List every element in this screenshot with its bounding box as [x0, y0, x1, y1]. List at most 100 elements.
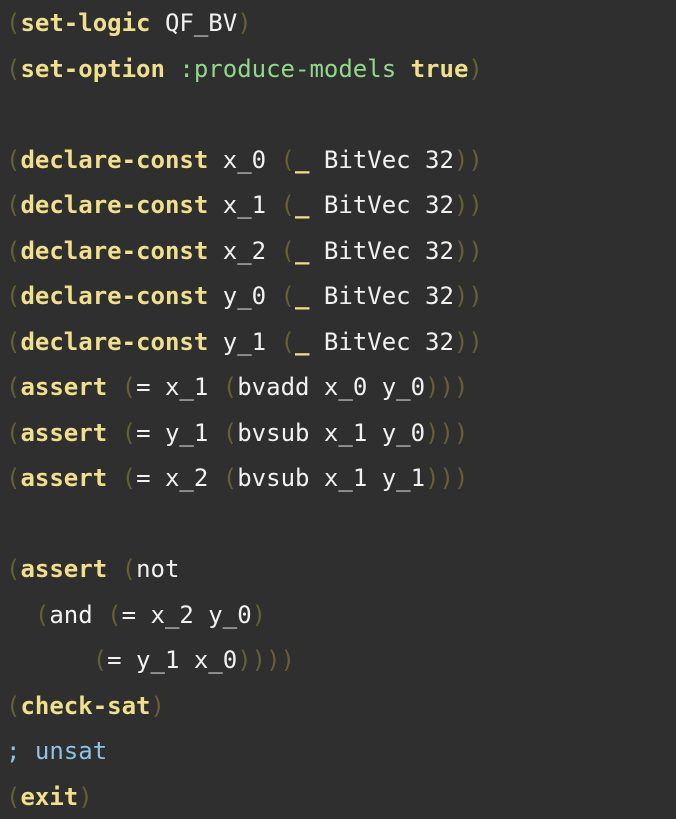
keyword-token: _	[295, 282, 310, 310]
code-line[interactable]: (and (= x_2 y_0)	[6, 600, 266, 630]
text-token: BitVec 32	[309, 282, 454, 310]
paren-token: (	[6, 782, 21, 811]
text-token: BitVec 32	[309, 236, 454, 265]
paren-token: (	[121, 555, 137, 583]
paren-token: (	[6, 418, 21, 447]
code-line[interactable]: (declare-const x_2 (_ BitVec 32))	[6, 236, 483, 266]
keyword-token: _	[295, 145, 310, 174]
code-line[interactable]: ; unsat	[6, 736, 107, 766]
paren-token: (	[6, 54, 21, 83]
comment-token: ; unsat	[6, 737, 108, 765]
keyword-token: assert	[20, 555, 108, 583]
paren-token: )	[78, 782, 93, 811]
code-line[interactable]: (= y_1 x_0))))	[6, 645, 295, 675]
text-token: x_0	[208, 145, 281, 174]
code-line[interactable]: (exit)	[6, 782, 93, 812]
text-token: and	[49, 600, 108, 629]
code-line[interactable]: (assert (not	[6, 554, 179, 584]
keyword-token: _	[295, 327, 310, 356]
paren-token: (	[280, 282, 295, 310]
code-line[interactable]: (declare-const y_1 (_ BitVec 32))	[6, 327, 483, 357]
paren-token: (	[6, 464, 21, 492]
paren-token: (	[6, 691, 21, 720]
paren-token: (	[6, 9, 21, 37]
option-token: :produce-models	[179, 54, 397, 83]
paren-token: ))	[453, 145, 483, 174]
text-token: = y_1 x_0	[107, 646, 238, 674]
paren-token: ))	[453, 191, 483, 219]
text-token: = x_2	[136, 464, 223, 492]
paren-token: (	[6, 373, 21, 401]
paren-token: ))	[453, 282, 483, 310]
keyword-token: declare-const	[20, 191, 209, 219]
paren-token: ))	[453, 236, 483, 265]
paren-token: (	[6, 145, 21, 174]
keyword-token: assert	[20, 418, 108, 447]
text-token: y_1	[208, 327, 281, 356]
text-token: BitVec 32	[309, 327, 454, 356]
paren-token: (	[6, 191, 21, 219]
text-token: bvsub x_1 y_0	[237, 418, 426, 447]
paren-token: (	[6, 236, 21, 265]
paren-token: ))	[453, 327, 483, 356]
paren-token: (	[121, 464, 137, 492]
paren-token: )))	[425, 373, 469, 401]
paren-token: (	[222, 418, 238, 447]
text-token: BitVec 32	[309, 145, 454, 174]
code-line[interactable]: (assert (= y_1 (bvsub x_1 y_0)))	[6, 418, 468, 448]
code-line[interactable]: (check-sat)	[6, 691, 165, 721]
paren-token: (	[92, 646, 108, 674]
text-token: x_1	[208, 191, 281, 219]
code-line[interactable]: (assert (= x_1 (bvadd x_0 y_0)))	[6, 372, 468, 402]
keyword-token: check-sat	[20, 691, 151, 720]
keyword-token: exit	[20, 782, 79, 811]
code-line[interactable]: (assert (= x_2 (bvsub x_1 y_1)))	[6, 463, 468, 493]
keyword-token: declare-const	[20, 327, 209, 356]
paren-token: (	[121, 418, 137, 447]
code-line[interactable]: (declare-const y_0 (_ BitVec 32))	[6, 281, 483, 311]
text-token: bvadd x_0 y_0	[237, 373, 426, 401]
paren-token: (	[280, 191, 295, 219]
paren-token: (	[107, 600, 122, 629]
paren-token: (	[280, 236, 295, 265]
paren-token: )	[150, 691, 165, 720]
text-token: x_2	[208, 236, 281, 265]
keyword-token: set-option	[20, 54, 165, 83]
text-token: = y_1	[136, 418, 223, 447]
paren-token: )	[468, 54, 483, 83]
paren-token: (	[121, 373, 137, 401]
code-line[interactable]: (declare-const x_1 (_ BitVec 32))	[6, 190, 483, 220]
text-token: = x_2 y_0	[121, 600, 252, 629]
text-token: bvsub x_1 y_1	[237, 464, 426, 492]
keyword-token: declare-const	[20, 236, 209, 265]
code-line[interactable]: (set-option :produce-models true)	[6, 54, 483, 84]
keyword-token: declare-const	[20, 145, 209, 174]
paren-token: (	[280, 145, 295, 174]
paren-token: (	[280, 327, 295, 356]
paren-token: (	[34, 600, 50, 629]
keyword-token: declare-const	[20, 282, 209, 310]
paren-token: )	[237, 9, 252, 37]
paren-token: (	[222, 373, 238, 401]
keyword-token: set-logic	[20, 9, 151, 37]
keyword-token: _	[295, 191, 310, 219]
code-line[interactable]: (declare-const x_0 (_ BitVec 32))	[6, 145, 483, 175]
paren-token: )))	[425, 464, 469, 492]
text-token: BitVec 32	[309, 191, 454, 219]
text-token: y_0	[208, 282, 281, 310]
keyword-token: _	[295, 236, 310, 265]
text-token: = x_1	[136, 373, 223, 401]
keyword-token: assert	[20, 373, 108, 401]
code-line[interactable]: (set-logic QF_BV)	[6, 8, 252, 38]
code-editor[interactable]: (set-logic QF_BV) (set-option :produce-mo…	[0, 0, 676, 819]
paren-token: (	[6, 555, 21, 583]
paren-token: ))))	[237, 646, 295, 674]
paren-token: (	[222, 464, 238, 492]
